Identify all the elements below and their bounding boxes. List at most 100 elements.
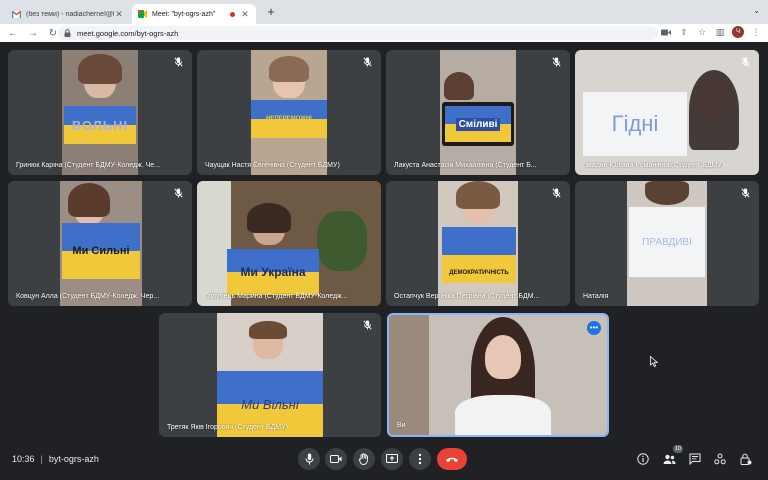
participant-tile[interactable]: Ми Вільні Третяк Яків Ігорович (Студент … [159,313,381,437]
present-screen-button[interactable] [381,448,403,470]
participant-face [485,335,521,379]
microphone-muted-icon [739,56,751,68]
participant-body [455,395,551,435]
participant-tile[interactable]: ДЕМОКРАТИЧНІСТЬ Остапчук Вероніка Петрів… [386,181,570,306]
participant-hair [247,203,291,233]
microphone-icon [305,453,313,465]
camera-icon [330,455,342,463]
participant-name: Ізвадян Юліана Романівна (Студент БДМУ) [583,162,725,169]
participant-hair [444,72,474,100]
microphone-button[interactable] [298,448,320,470]
bookmark-star-icon[interactable]: ☆ [696,26,708,38]
participant-name: Остапчук Вероніка Петрівна (Студент БДМ.… [394,293,540,300]
menu-icon[interactable]: ⋮ [750,26,762,38]
participant-sign: ПРАВДИВІ [629,207,705,277]
chat-button[interactable] [688,452,702,466]
url-text: meet.google.com/byt-ogrs-azh [77,28,179,38]
camera-in-use-icon[interactable] [660,26,672,38]
window-light [197,181,231,306]
close-icon[interactable]: ✕ [240,9,250,20]
microphone-muted-icon [550,56,562,68]
browser-tab-bar: (без теми) - nadiacherneї@b ✕ Meet: "byt… [0,0,768,24]
participant-video: Ми Україна [197,181,381,306]
close-icon[interactable]: ✕ [114,9,124,20]
participant-count-badge: 10 [672,445,683,453]
tab-gmail[interactable]: (без теми) - nadiacherneї@b ✕ [6,4,130,24]
microphone-muted-icon [361,56,373,68]
plant [317,211,367,271]
forward-button[interactable]: → [26,26,40,40]
participant-tile[interactable]: Ми Сильні Ковцун Алла (Студент БДМУ-Коле… [8,181,192,306]
activities-icon [714,453,726,465]
microphone-muted-icon [550,187,562,199]
address-bar[interactable]: meet.google.com/byt-ogrs-azh [58,26,658,40]
present-icon [386,454,398,463]
info-icon [637,453,649,465]
participant-hair [456,181,500,209]
participant-tile[interactable]: Ми Україна Голубець Марина (Студент БДМУ… [197,181,381,306]
participant-tile[interactable]: ВОЛЬНІ Гринюк Каріна (Студент БДМУ-Колед… [8,50,192,175]
microphone-muted-icon [739,187,751,199]
participant-hair [249,321,287,339]
participant-name: Третяк Яків Ігорович (Студент БДМУ) [167,424,288,431]
participant-tile[interactable]: НЕПЕРЕМОЖНІ Чаущак Настя Євгенівна (Студ… [197,50,381,175]
meta-separator: | [40,454,43,464]
meeting-info: 10:36 | byt-ogrs-azh [12,454,99,464]
leave-call-button[interactable] [437,448,467,470]
participant-sign: Ми Україна [227,249,319,295]
tab-title: Meet: "byt-ogrs-azh" [152,10,216,18]
camera-button[interactable] [325,448,347,470]
chat-icon [689,453,701,465]
participant-sign: ДЕМОКРАТИЧНІСТЬ [442,227,516,283]
more-vert-icon [418,453,422,465]
people-icon [663,454,676,464]
new-tab-button[interactable]: + [264,5,278,19]
recording-indicator-icon [230,11,235,17]
hand-icon [359,453,368,465]
self-view-tile[interactable]: ••• Ви [387,313,609,437]
microphone-muted-icon [361,319,373,331]
participant-video: ВОЛЬНІ [62,50,138,175]
self-video [389,315,607,435]
sidebar-icon[interactable]: ▥ [714,26,726,38]
lock-icon [64,29,72,37]
participant-name: Наталія [583,293,609,300]
participant-tile[interactable]: ПРАВДИВІ Наталія [575,181,759,306]
raise-hand-button[interactable] [353,448,375,470]
people-button[interactable]: 10 [662,445,683,466]
participant-sign: НЕПЕРЕМОЖНІ [251,100,327,138]
microphone-muted-icon [172,56,184,68]
avatar[interactable]: Ч [732,26,744,38]
back-button[interactable]: ← [6,26,20,40]
participant-hair [78,54,122,84]
participant-tile[interactable]: Сміливі Лакуста Анастасія Михайлівна (Ст… [386,50,570,175]
tab-meet[interactable]: Meet: "byt-ogrs-azh" ✕ [132,4,256,24]
door [389,315,429,435]
mouse-cursor-icon [650,354,659,372]
participant-video: Гідні [575,50,759,175]
participant-name: Гринюк Каріна (Студент БДМУ-Коледж. Че..… [16,162,161,169]
participant-hair [68,183,110,217]
meet-icon [138,10,147,19]
participant-hair [645,181,689,205]
participant-video: НЕПЕРЕМОЖНІ [251,50,327,175]
meeting-controls-bar: 10:36 | byt-ogrs-azh 10 [0,440,768,480]
more-options-button[interactable]: ••• [587,321,601,335]
participant-video: ПРАВДИВІ [627,181,707,306]
more-options-button[interactable] [409,448,431,470]
meeting-details-button[interactable] [636,452,650,466]
participant-name: Лакуста Анастасія Михайлівна (Студент Б.… [394,162,537,169]
activities-button[interactable] [713,452,727,466]
meeting-time: 10:36 [12,454,35,464]
lock-person-icon [740,453,752,465]
participant-video: ДЕМОКРАТИЧНІСТЬ [438,181,518,306]
participant-hair [269,56,309,82]
participant-sign: Сміливі [442,102,514,146]
share-icon[interactable]: ⇪ [678,26,690,38]
participant-tile[interactable]: Гідні Ізвадян Юліана Романівна (Студент … [575,50,759,175]
chevron-down-icon[interactable]: ⌄ [753,6,760,15]
participant-sign: Ми Сильні [62,223,140,279]
participant-video: Ми Сильні [60,181,142,306]
microphone-muted-icon [172,187,184,199]
host-controls-button[interactable] [739,452,753,466]
